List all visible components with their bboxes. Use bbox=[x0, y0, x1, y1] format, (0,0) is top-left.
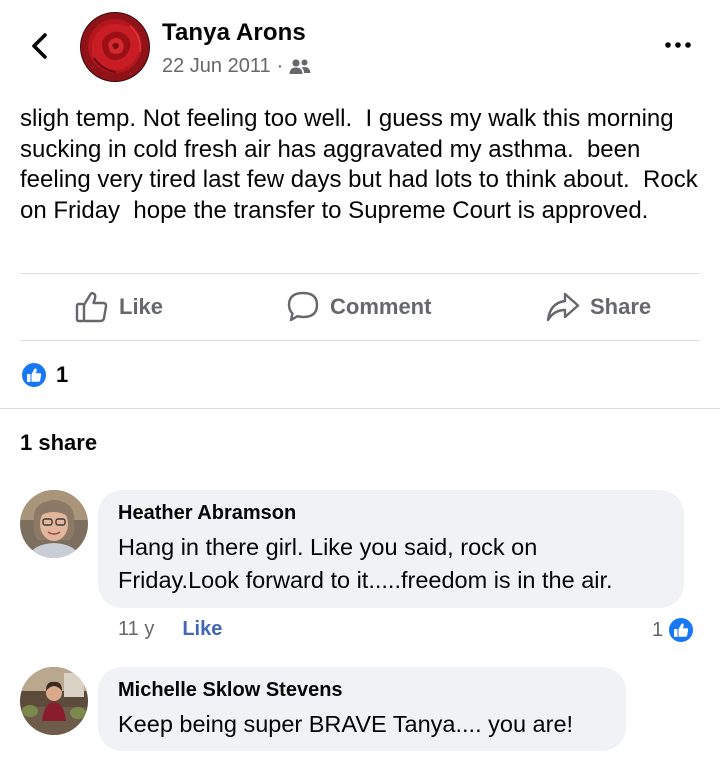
comment-time[interactable]: 11 y bbox=[118, 618, 154, 641]
divider-top bbox=[20, 273, 700, 274]
reaction-count: 1 bbox=[56, 362, 69, 387]
author-name[interactable]: Tanya Arons bbox=[162, 19, 306, 47]
more-options-button[interactable] bbox=[660, 30, 696, 60]
post-date[interactable]: 22 Jun 2011 bbox=[162, 55, 271, 78]
author-avatar[interactable] bbox=[80, 12, 150, 82]
comment-icon bbox=[287, 291, 319, 322]
chevron-left-icon bbox=[32, 33, 47, 59]
comment-reaction[interactable]: 1 bbox=[652, 616, 696, 644]
divider-full bbox=[0, 408, 720, 409]
comment-reaction-count: 1 bbox=[652, 618, 664, 641]
share-button[interactable]: Share bbox=[546, 275, 651, 339]
thumbs-up-outline-icon bbox=[75, 292, 108, 323]
post-header: Tanya Arons 22 Jun 2011 · bbox=[0, 0, 720, 90]
thumbs-up-icon bbox=[667, 616, 696, 644]
share-arrow-icon bbox=[546, 292, 580, 322]
post-actions: Like Comment Share bbox=[20, 275, 700, 339]
comment-label: Comment bbox=[330, 294, 432, 319]
meta-separator: · bbox=[276, 55, 284, 77]
comment-text: Hang in there girl. Like you said, rock … bbox=[118, 534, 613, 593]
like-button[interactable]: Like bbox=[75, 275, 163, 339]
thumbs-up-icon bbox=[20, 361, 48, 389]
divider-actions bbox=[20, 340, 700, 341]
share-count[interactable]: 1 share bbox=[20, 430, 97, 456]
comment-meta: 11 y Like bbox=[118, 618, 222, 641]
more-dots-icon bbox=[665, 42, 691, 48]
commenter-name[interactable]: Michelle Sklow Stevens bbox=[118, 679, 606, 702]
like-label: Like bbox=[119, 294, 164, 319]
comment-text: Keep being super BRAVE Tanya.... you are… bbox=[118, 711, 574, 737]
commenter-avatar[interactable] bbox=[20, 490, 88, 558]
comment-like-button[interactable]: Like bbox=[182, 618, 222, 641]
reaction-summary[interactable]: 1 bbox=[20, 360, 68, 390]
commenter-avatar[interactable] bbox=[20, 667, 88, 735]
comment-button[interactable]: Comment bbox=[286, 275, 431, 339]
post-meta: 22 Jun 2011 · bbox=[162, 55, 311, 78]
back-button[interactable] bbox=[24, 28, 54, 64]
friends-icon bbox=[289, 58, 311, 74]
post-text: sligh temp. Not feeling too well. I gues… bbox=[20, 105, 705, 224]
comment-bubble: Heather Abramson Hang in there girl. Lik… bbox=[98, 490, 684, 608]
comment-bubble: Michelle Sklow Stevens Keep being super … bbox=[98, 667, 626, 751]
commenter-name[interactable]: Heather Abramson bbox=[118, 502, 664, 525]
share-label: Share bbox=[590, 294, 652, 319]
